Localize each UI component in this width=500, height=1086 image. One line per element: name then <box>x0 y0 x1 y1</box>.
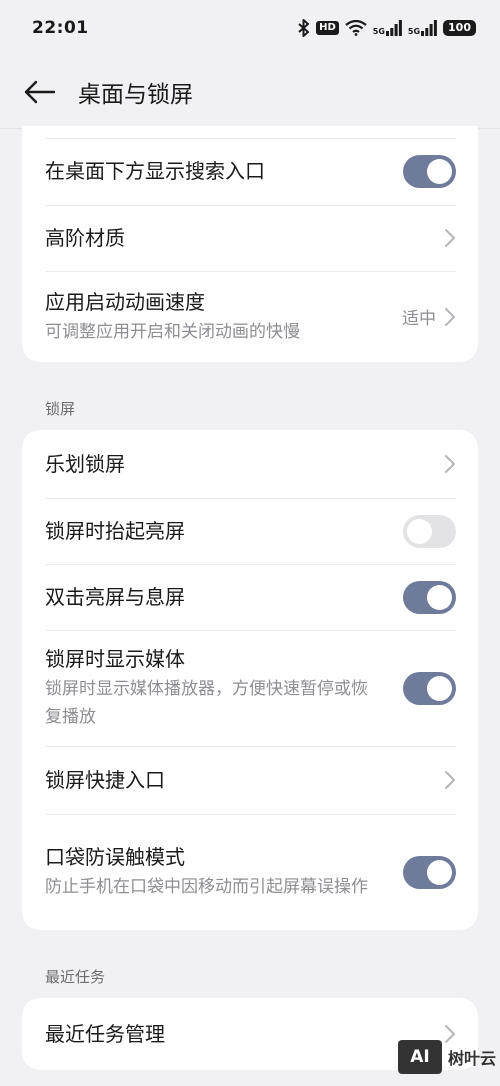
setting-row-lock-media[interactable]: 锁屏时显示媒体 锁屏时显示媒体播放器，方便快速暂停或恢复播放 <box>22 630 478 746</box>
signal-icon-sim1: 5G <box>373 20 402 36</box>
toggle-knob <box>427 584 452 610</box>
setting-subtitle: 可调整应用开启和关闭动画的快慢 <box>45 321 300 342</box>
setting-text: 口袋防误触模式 防止手机在口袋中因移动而引起屏幕误操作 <box>45 843 368 901</box>
chevron-right-icon <box>444 770 456 790</box>
section-label-lock: 锁屏 <box>45 400 76 418</box>
setting-subtitle: 防止手机在口袋中因移动而引起屏幕误操作 <box>45 877 368 897</box>
setting-row-search-entry[interactable]: 在桌面下方显示搜索入口 <box>22 138 478 204</box>
header: 桌面与锁屏 <box>0 56 500 128</box>
setting-row-lock-shortcuts[interactable]: 锁屏快捷入口 <box>22 746 478 814</box>
setting-title: 锁屏快捷入口 <box>45 768 165 792</box>
setting-title: 锁屏时显示媒体 <box>45 647 185 671</box>
page-title: 桌面与锁屏 <box>78 82 193 108</box>
chevron-right-icon <box>444 454 456 474</box>
signal-icon-sim2: 5G <box>408 20 437 36</box>
raise-to-wake-toggle[interactable] <box>403 514 456 548</box>
setting-title: 应用启动动画速度 <box>45 289 205 314</box>
chevron-right-icon <box>444 307 456 327</box>
pocket-mode-toggle[interactable] <box>403 855 456 889</box>
toggle-knob <box>427 859 452 885</box>
setting-title: 口袋防误触模式 <box>45 845 185 869</box>
back-button[interactable] <box>22 74 58 110</box>
battery-icon: 100 <box>443 20 476 36</box>
setting-text: 锁屏时显示媒体 锁屏时显示媒体播放器，方便快速暂停或恢复播放 <box>45 645 375 731</box>
setting-title: 锁屏时抬起亮屏 <box>45 519 185 543</box>
setting-row-launch-animation-speed[interactable]: 应用启动动画速度 可调整应用开启和关闭动画的快慢 适中 <box>22 271 478 362</box>
status-icons: HD 5G 5G 100 <box>298 19 476 37</box>
setting-row-raise-to-wake[interactable]: 锁屏时抬起亮屏 <box>22 498 478 564</box>
watermark: AI 树叶云 <box>398 1040 496 1074</box>
setting-title: 乐划锁屏 <box>45 452 125 476</box>
setting-value-group: 适中 <box>402 304 456 329</box>
setting-title: 在桌面下方显示搜索入口 <box>45 159 265 183</box>
setting-row-advanced-material[interactable]: 高阶材质 <box>22 205 478 271</box>
desktop-settings-card: 在桌面下方显示搜索入口 高阶材质 应用启动动画速度 可调整应用开启和关闭动画的快… <box>22 126 478 362</box>
watermark-logo: AI <box>398 1040 442 1074</box>
setting-row-lehua-lock[interactable]: 乐划锁屏 <box>22 430 478 498</box>
network-type-label: 5G <box>372 27 385 36</box>
setting-title: 高阶材质 <box>45 226 125 250</box>
network-type-label: 5G <box>407 27 421 36</box>
setting-row-double-tap[interactable]: 双击亮屏与息屏 <box>22 564 478 630</box>
setting-subtitle: 锁屏时显示媒体播放器，方便快速暂停或恢复播放 <box>45 679 368 727</box>
setting-row-pocket-mode[interactable]: 口袋防误触模式 防止手机在口袋中因移动而引起屏幕误操作 <box>22 814 478 930</box>
arrow-left-icon <box>24 80 56 104</box>
setting-title: 双击亮屏与息屏 <box>45 585 185 609</box>
lock-settings-card: 乐划锁屏 锁屏时抬起亮屏 双击亮屏与息屏 锁屏时显示媒体 锁屏时显示媒体播放器，… <box>22 430 478 930</box>
toggle-knob <box>427 675 452 701</box>
lock-media-toggle[interactable] <box>403 671 456 705</box>
setting-value: 适中 <box>402 309 436 329</box>
section-label-recent: 最近任务 <box>45 968 106 986</box>
bluetooth-icon <box>298 19 310 37</box>
setting-text: 应用启动动画速度 可调整应用开启和关闭动画的快慢 <box>45 288 300 346</box>
hd-voice-badge: HD <box>316 21 339 35</box>
toggle-knob <box>427 158 452 184</box>
wifi-icon <box>345 20 367 36</box>
setting-title: 最近任务管理 <box>45 1022 165 1046</box>
status-bar: 22:01 HD 5G 5G 100 <box>0 0 500 56</box>
toggle-knob <box>407 518 432 544</box>
status-time: 22:01 <box>32 18 89 38</box>
watermark-text: 树叶云 <box>448 1049 497 1068</box>
chevron-right-icon <box>444 228 456 248</box>
search-entry-toggle[interactable] <box>403 154 456 188</box>
double-tap-toggle[interactable] <box>403 580 456 614</box>
